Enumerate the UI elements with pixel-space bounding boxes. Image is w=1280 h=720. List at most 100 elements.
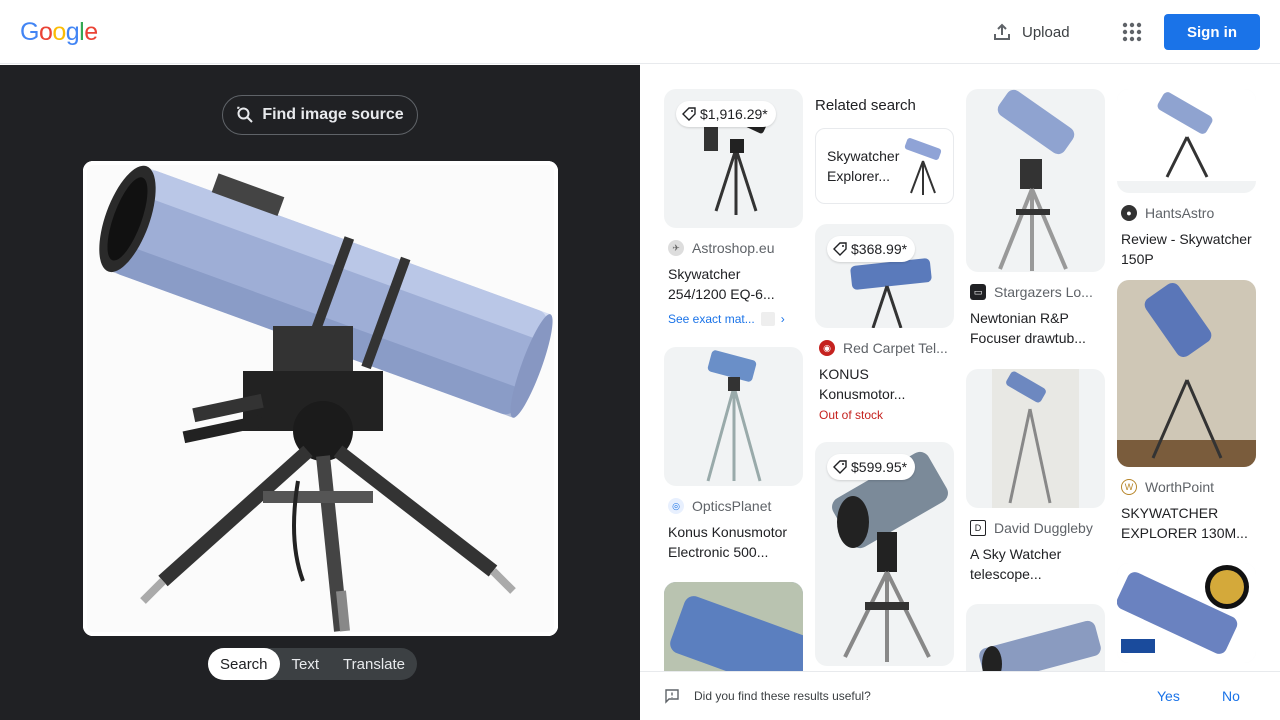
logo-letter: e — [84, 18, 98, 46]
price-tag-icon — [682, 107, 696, 121]
feedback-question: Did you find these results useful? — [694, 689, 871, 703]
result-source[interactable]: ◉ Red Carpet Tel... — [819, 340, 950, 356]
result-card[interactable]: D David Duggleby A Sky Watcher telescope… — [966, 369, 1105, 584]
result-card[interactable]: $368.99* ◉ Red Carpet Tel... KONUS Konus… — [815, 224, 954, 422]
telescope-thumbnail — [979, 620, 1101, 671]
related-search-heading: Related search — [815, 97, 916, 114]
price-badge: $368.99* — [827, 236, 916, 262]
see-exact-matches-label: See exact mat... — [668, 312, 755, 326]
telescope-thumbnail — [664, 582, 803, 671]
telescope-thumbnail — [1117, 563, 1256, 663]
result-source-label: OpticsPlanet — [692, 498, 772, 514]
opticsplanet-favicon: ◎ — [668, 498, 684, 514]
result-thumbnail[interactable] — [664, 582, 803, 671]
upload-icon — [994, 23, 1010, 40]
see-exact-matches-link[interactable]: See exact mat... › — [668, 312, 799, 326]
result-title[interactable]: Konus Konusmotor Electronic 500... — [668, 522, 799, 562]
feedback-yes-button[interactable]: Yes — [1157, 688, 1180, 704]
mode-text-tab[interactable]: Text — [280, 648, 332, 680]
result-thumbnail[interactable] — [1117, 280, 1256, 467]
logo-letter: G — [20, 18, 39, 46]
price-badge: $599.95* — [827, 454, 916, 480]
lens-search-icon — [237, 106, 254, 123]
mode-search-tab[interactable]: Search — [208, 648, 280, 680]
feedback-no-button[interactable]: No — [1222, 688, 1240, 704]
stargazers-favicon: ▭ — [970, 284, 986, 300]
result-title[interactable]: Skywatcher 254/1200 EQ-6... — [668, 264, 799, 304]
result-thumbnail[interactable] — [1117, 563, 1256, 663]
crop-handle-bottom-left[interactable] — [83, 614, 105, 636]
mode-switcher: Search Text Translate — [208, 648, 418, 680]
result-source[interactable]: ● HantsAstro — [1121, 205, 1252, 221]
result-source-label: Stargazers Lo... — [994, 284, 1093, 300]
telescope-image — [83, 161, 558, 636]
result-thumbnail[interactable] — [966, 604, 1105, 671]
results-column-4: ● HantsAstro Review - Skywatcher 150P W … — [1117, 89, 1256, 663]
result-card[interactable]: ● HantsAstro Review - Skywatcher 150P — [1117, 89, 1256, 269]
result-source[interactable]: ✈ Astroshop.eu — [668, 240, 799, 256]
price-label: $1,916.29* — [700, 106, 768, 122]
stock-status: Out of stock — [819, 408, 884, 422]
result-thumbnail[interactable]: $1,916.29* — [664, 89, 803, 228]
result-card[interactable]: ◎ OpticsPlanet Konus Konusmotor Electron… — [664, 347, 803, 562]
price-tag-icon — [833, 242, 847, 256]
result-source-label: WorthPoint — [1145, 479, 1214, 495]
result-thumbnail[interactable]: $599.95* — [815, 442, 954, 666]
mode-translate-tab[interactable]: Translate — [331, 648, 417, 680]
logo-letter: o — [38, 18, 53, 46]
upload-label: Upload — [1022, 23, 1070, 41]
exact-match-mini-thumb — [760, 312, 775, 326]
logo-letter: g — [65, 18, 80, 46]
result-title[interactable]: A Sky Watcher telescope... — [970, 544, 1101, 584]
upload-button[interactable]: Upload — [992, 20, 1070, 44]
result-source[interactable]: ◎ OpticsPlanet — [668, 498, 799, 514]
header: Google Upload Sign in — [0, 0, 1280, 64]
telescope-thumbnail — [1117, 89, 1256, 181]
price-label: $599.95* — [851, 459, 908, 475]
price-tag-icon — [833, 460, 847, 474]
feedback-bar: Did you find these results useful? Yes N… — [640, 671, 1280, 720]
result-source-label: David Duggleby — [994, 520, 1093, 536]
result-source[interactable]: D David Duggleby — [970, 520, 1101, 536]
google-logo[interactable]: Google — [20, 18, 98, 47]
price-label: $368.99* — [851, 241, 908, 257]
crop-handle-top-left[interactable] — [83, 161, 105, 183]
crop-handle-bottom-right[interactable] — [536, 614, 558, 636]
result-title[interactable]: KONUS Konusmotor... — [819, 364, 950, 404]
feedback-icon — [665, 689, 679, 704]
sign-in-button[interactable]: Sign in — [1164, 14, 1260, 50]
result-source-label: Astroshop.eu — [692, 240, 775, 256]
result-thumbnail[interactable] — [966, 89, 1105, 272]
crop-handle-top-right[interactable] — [536, 161, 558, 183]
telescope-thumbnail — [992, 369, 1079, 508]
chevron-right-icon: › — [780, 312, 785, 326]
result-thumbnail[interactable] — [966, 369, 1105, 508]
result-title[interactable]: Newtonian R&P Focuser drawtub... — [970, 308, 1101, 348]
result-source[interactable]: ▭ Stargazers Lo... — [970, 284, 1101, 300]
result-title[interactable]: Review - Skywatcher 150P — [1121, 229, 1252, 269]
result-thumbnail[interactable] — [1117, 89, 1256, 193]
result-card[interactable]: $1,916.29* ✈ Astroshop.eu Skywatcher 254… — [664, 89, 803, 326]
related-search-chip[interactable]: Skywatcher Explorer... — [815, 128, 954, 204]
related-search-thumbnail — [901, 133, 945, 199]
results-column-2: Related search Skywatcher Explorer... $3… — [815, 89, 954, 666]
red-carpet-favicon: ◉ — [819, 340, 835, 356]
query-image-panel: Find image source Search Text Translate — [0, 65, 640, 720]
result-source-label: HantsAstro — [1145, 205, 1215, 221]
result-card[interactable]: ▭ Stargazers Lo... Newtonian R&P Focuser… — [966, 89, 1105, 348]
result-title[interactable]: SKYWATCHER EXPLORER 130M... — [1121, 503, 1252, 543]
duggleby-favicon: D — [970, 520, 986, 536]
hantsastro-favicon: ● — [1121, 205, 1137, 221]
query-image-crop[interactable] — [83, 161, 558, 636]
astroshop-favicon: ✈ — [668, 240, 684, 256]
results-column-1: $1,916.29* ✈ Astroshop.eu Skywatcher 254… — [664, 89, 803, 671]
find-image-source-button[interactable]: Find image source — [222, 95, 418, 135]
results-panel: $1,916.29* ✈ Astroshop.eu Skywatcher 254… — [640, 65, 1280, 671]
related-search-label: Skywatcher Explorer... — [827, 148, 900, 184]
result-thumbnail[interactable] — [664, 347, 803, 486]
apps-grid-icon[interactable] — [1122, 22, 1142, 42]
worthpoint-favicon: W — [1121, 479, 1137, 495]
result-source[interactable]: W WorthPoint — [1121, 479, 1252, 495]
result-thumbnail[interactable]: $368.99* — [815, 224, 954, 328]
result-card[interactable]: W WorthPoint SKYWATCHER EXPLORER 130M... — [1117, 280, 1256, 543]
